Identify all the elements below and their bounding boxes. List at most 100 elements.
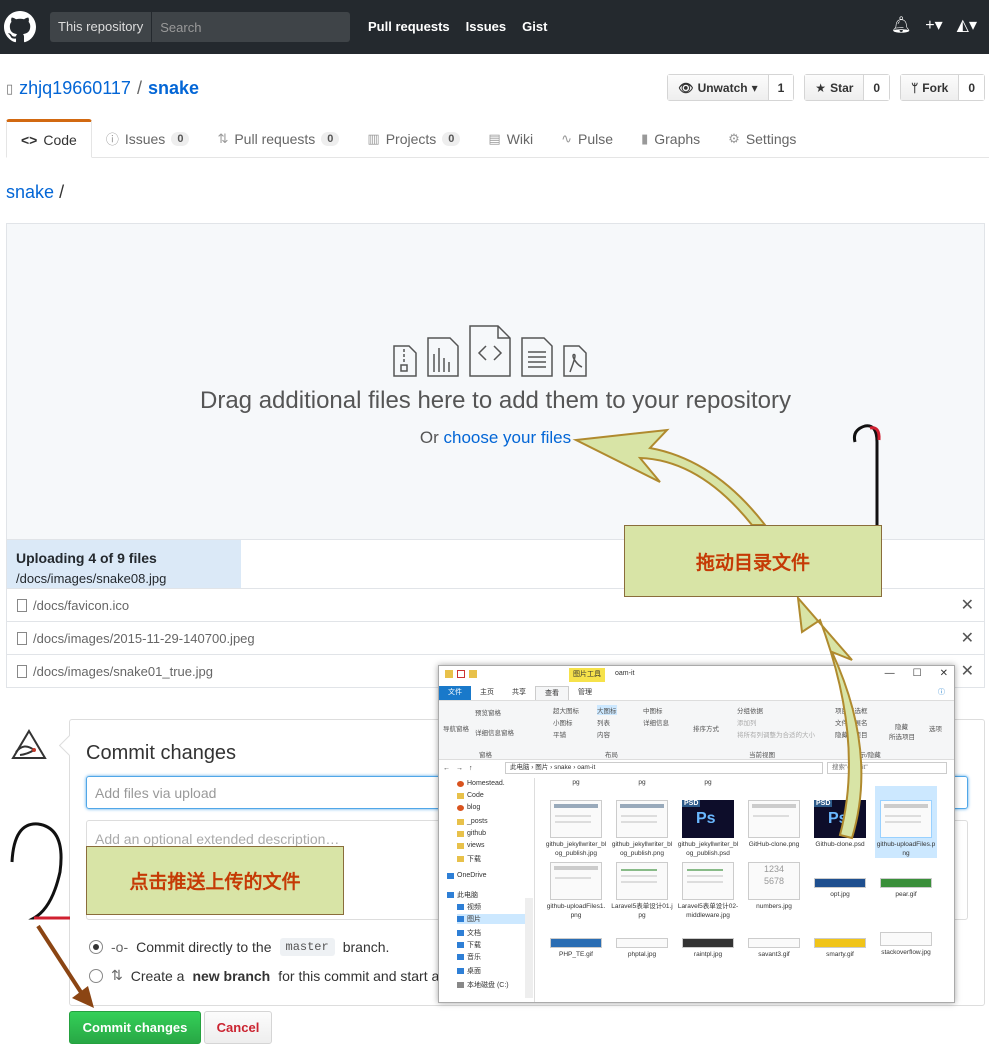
ribbon-xl-icons[interactable]: 超大图标 (553, 705, 579, 715)
ribbon-details-pane[interactable]: 详细信息窗格 (475, 727, 514, 737)
tab-settings[interactable]: ⚙ Settings (714, 119, 810, 158)
tab-issues[interactable]: ⓘ Issues 0 (92, 119, 204, 158)
ribbon-s-icons[interactable]: 小图标 (553, 717, 573, 727)
nav-issues[interactable]: Issues (466, 19, 506, 34)
nav-item[interactable]: 文档 (457, 928, 481, 938)
ribbon-fit-cols[interactable]: 将所有列调整为合适的大小 (737, 729, 815, 739)
file-tile[interactable]: raintpl.jpg (677, 938, 739, 959)
plus-icon[interactable]: +▾ (925, 15, 942, 35)
ribbon-tab-view[interactable]: 查看 (535, 686, 569, 700)
file-tile[interactable]: stackoverflow.jpg (875, 932, 937, 957)
explorer-address-bar[interactable]: 此电脑 › 图片 › snake › oam-it (505, 762, 823, 774)
ribbon-options[interactable]: 选项 (929, 723, 942, 733)
path-segment[interactable]: oam-it (577, 764, 595, 771)
file-tile[interactable]: pg (545, 778, 607, 787)
ribbon-m-icons[interactable]: 中图标 (643, 705, 663, 715)
breadcrumb-repo-link[interactable]: snake (6, 182, 54, 202)
radio-new-branch[interactable] (89, 968, 103, 983)
back-icon[interactable]: ← (443, 765, 450, 772)
remove-file-icon[interactable]: ✕ (961, 595, 974, 615)
maximize-icon[interactable]: ☐ (913, 668, 922, 679)
ribbon-hide[interactable]: 隐藏 (895, 721, 908, 731)
file-tile[interactable]: github_jekyllwriter_blog_publish.psd (677, 800, 739, 858)
watch-button[interactable]: 👁︎ Unwatch ▾ (668, 75, 769, 100)
github-logo-icon[interactable] (4, 11, 36, 43)
ribbon-ext-option[interactable]: 文件扩展名 (835, 717, 868, 727)
ribbon-group-by[interactable]: 分组依据 (737, 705, 763, 715)
fork-count[interactable]: 0 (959, 75, 984, 100)
avatar[interactable]: ◭▾ (957, 15, 977, 35)
file-tile[interactable]: pg (677, 778, 739, 787)
nav-item[interactable]: OneDrive (447, 872, 487, 879)
file-tile[interactable]: smarty.gif (809, 938, 871, 959)
star-button[interactable]: ★ Star (805, 75, 865, 100)
nav-item[interactable]: github (457, 830, 486, 837)
path-segment[interactable]: snake (554, 764, 571, 771)
ribbon-nav-pane[interactable]: 导航窗格 (443, 723, 469, 733)
ribbon-checkbox-option[interactable]: 项目复选框 (835, 705, 868, 715)
tab-code[interactable]: <> Code (6, 119, 92, 158)
nav-item[interactable]: blog (457, 804, 480, 811)
file-dropzone[interactable]: Drag additional files here to add them t… (6, 223, 985, 539)
nav-item[interactable]: 下载 (457, 940, 481, 950)
close-icon[interactable]: ✕ (940, 668, 948, 679)
user-avatar[interactable] (10, 728, 48, 762)
fork-button[interactable]: ᛘ Fork (901, 75, 960, 100)
nav-gist[interactable]: Gist (522, 19, 547, 34)
file-tile[interactable]: pear.gif (875, 862, 937, 899)
tab-graphs[interactable]: ▮ Graphs (627, 119, 714, 158)
file-tile[interactable]: pg (611, 778, 673, 787)
up-icon[interactable]: ↑ (469, 765, 473, 772)
search-box[interactable]: This repository Search (50, 12, 350, 42)
repo-owner-link[interactable]: zhjq19660117 (19, 78, 131, 99)
ribbon-tab-share[interactable]: 共享 (503, 686, 535, 700)
nav-item[interactable]: 图片 (457, 914, 527, 924)
ribbon-list[interactable]: 列表 (597, 717, 610, 727)
explorer-search-input[interactable]: 搜索"oam-it" (827, 762, 947, 774)
tab-pull-requests[interactable]: ⇅ Pull requests 0 (203, 119, 353, 158)
ribbon-hide-selected[interactable]: 所选项目 (889, 731, 915, 741)
file-tile[interactable]: github-uploadFiles1.png (545, 862, 607, 920)
picture-tools-tab[interactable]: 图片工具 (569, 668, 605, 682)
file-tile[interactable]: PHP_TE.gif (545, 938, 607, 959)
minimize-icon[interactable]: — (885, 668, 895, 679)
ribbon-details[interactable]: 详细信息 (643, 717, 669, 727)
path-segment[interactable]: 此电脑 (510, 764, 530, 771)
file-tile[interactable]: savant3.gif (743, 938, 805, 959)
search-input[interactable]: Search (152, 20, 201, 35)
ribbon-l-icons[interactable]: 大图标 (597, 705, 617, 715)
file-tile[interactable]: GitHub-clone.png (743, 800, 805, 849)
watch-count[interactable]: 1 (768, 75, 794, 100)
nav-item[interactable]: 音乐 (457, 952, 481, 962)
ribbon-sort[interactable]: 排序方式 (693, 723, 719, 733)
star-count[interactable]: 0 (864, 75, 890, 100)
ribbon-content[interactable]: 内容 (597, 729, 610, 739)
ribbon-tab-manage[interactable]: 管理 (569, 686, 601, 700)
ribbon-tab-home[interactable]: 主页 (471, 686, 503, 700)
remove-file-icon[interactable]: ✕ (961, 628, 974, 648)
nav-item[interactable]: 此电脑 (447, 890, 478, 900)
ribbon-hidden-option[interactable]: 隐藏的项目 (835, 729, 868, 739)
tab-wiki[interactable]: ▤ Wiki (474, 119, 547, 158)
bell-icon[interactable]: 🔔︎ (891, 15, 911, 35)
nav-scrollbar[interactable] (525, 898, 533, 998)
nav-item[interactable]: _posts (457, 818, 488, 825)
file-tile[interactable]: 1234 5678 numbers.jpg (743, 862, 805, 911)
file-tile[interactable]: github_jekyllwriter_blog_publish.jpg (545, 800, 607, 858)
repo-name-link[interactable]: snake (148, 78, 199, 99)
nav-item[interactable]: Homestead. (457, 780, 505, 787)
commit-direct-option[interactable]: -o- Commit directly to the master branch… (89, 938, 389, 956)
nav-item[interactable]: 本地磁盘 (C:) (457, 980, 509, 990)
commit-changes-button[interactable]: Commit changes (69, 1011, 201, 1044)
file-tile[interactable]: Github-clone.psd (809, 800, 871, 849)
radio-direct[interactable] (89, 940, 103, 954)
cancel-button[interactable]: Cancel (204, 1011, 272, 1044)
ribbon-tiles[interactable]: 平铺 (553, 729, 566, 739)
file-tile[interactable]: opt.jpg (809, 862, 871, 899)
file-tile[interactable]: Laravel5表单设计01.jpg (611, 862, 673, 920)
file-tile[interactable]: phptal.jpg (611, 938, 673, 959)
choose-files-link[interactable]: choose your files (444, 428, 572, 447)
file-tile-selected[interactable]: github-uploadFiles.png (875, 786, 937, 858)
tab-pulse[interactable]: ∿ Pulse (547, 119, 627, 158)
ribbon-add-col[interactable]: 添加列 (737, 717, 757, 727)
